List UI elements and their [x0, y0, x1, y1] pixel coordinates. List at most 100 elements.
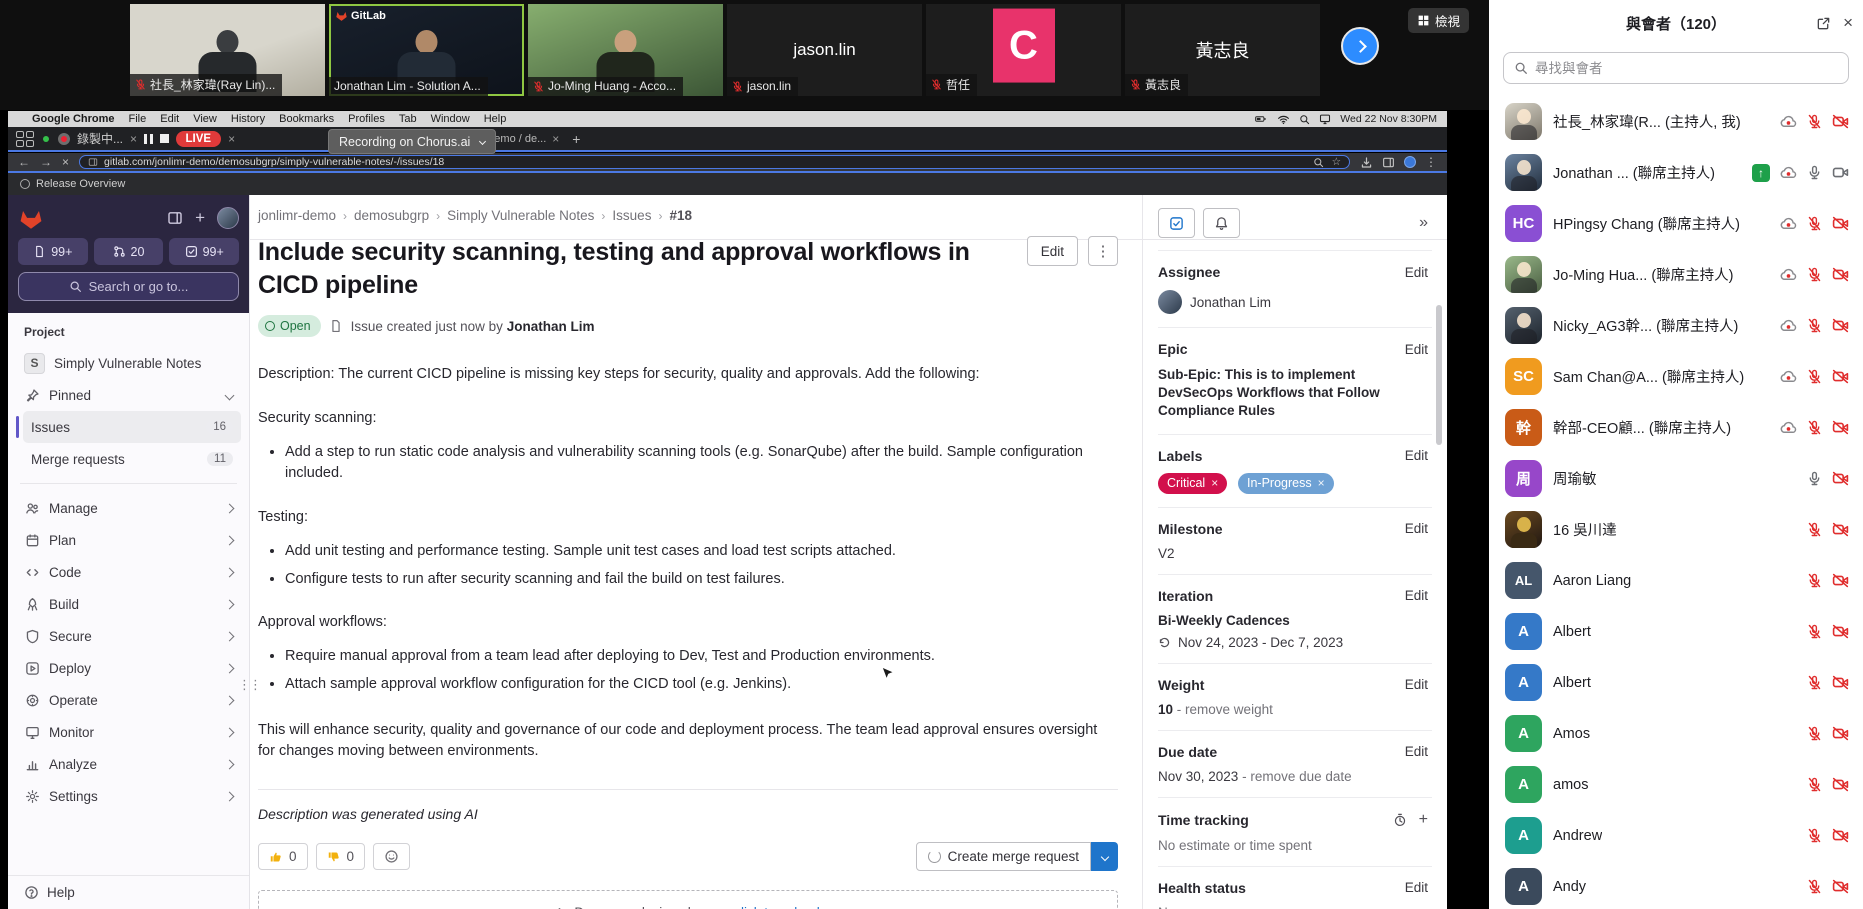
add-time-entry-icon[interactable]: + — [1419, 811, 1428, 829]
participant-row[interactable]: 周 周瑜敏 — [1489, 453, 1863, 504]
mic-muted-icon[interactable] — [1807, 573, 1822, 588]
participant-row[interactable]: A Andy — [1489, 861, 1863, 909]
sidebar-item-deploy[interactable]: Deploy — [16, 652, 241, 684]
drag-handle-icon[interactable]: ⋮⋮ — [238, 675, 260, 695]
issues-count-button[interactable]: 99+ — [18, 238, 88, 265]
breadcrumb-subgroup[interactable]: demosubgrp — [354, 208, 429, 223]
camera-off-icon[interactable] — [1832, 113, 1849, 130]
bookmark-release-overview[interactable]: Release Overview — [36, 178, 125, 190]
address-bar[interactable]: gitlab.com/jonlimr-demo/demosubgrp/simpl… — [79, 155, 1350, 169]
window-controls-icon[interactable] — [16, 131, 34, 147]
stop-loading-icon[interactable]: × — [62, 155, 69, 169]
add-reaction-button[interactable] — [373, 843, 410, 870]
mic-muted-icon[interactable] — [1807, 828, 1822, 843]
sidebar-item-issues[interactable]: Issues 16 — [23, 411, 241, 443]
participant-row[interactable]: A Albert — [1489, 657, 1863, 708]
side-panel-icon[interactable] — [1382, 156, 1395, 169]
mic-muted-icon[interactable] — [1807, 726, 1822, 741]
downloads-icon[interactable] — [1360, 156, 1373, 169]
mic-muted-icon[interactable] — [1807, 369, 1822, 384]
gitlab-logo-icon[interactable] — [18, 205, 44, 231]
camera-off-icon[interactable] — [1832, 623, 1849, 640]
menu-help[interactable]: Help — [484, 113, 507, 125]
participant-row[interactable]: Jo-Ming Hua... (聯席主持人) — [1489, 249, 1863, 300]
sidebar-item-code[interactable]: Code — [16, 556, 241, 588]
menu-app-name[interactable]: Google Chrome — [32, 113, 115, 125]
mic-muted-icon[interactable] — [1807, 879, 1822, 894]
menu-profiles[interactable]: Profiles — [348, 113, 385, 125]
view-layout-button[interactable]: 檢視 — [1408, 8, 1469, 33]
video-tile-jonathan-lim[interactable]: GitLab Jonathan Lim - Solution A... — [329, 4, 524, 96]
collapse-sidebar-icon[interactable]: » — [1419, 214, 1428, 232]
breadcrumb-project[interactable]: Simply Vulnerable Notes — [447, 208, 594, 223]
menu-edit[interactable]: Edit — [160, 113, 179, 125]
sidebar-item-analyze[interactable]: Analyze — [16, 748, 241, 780]
thumbs-down-button[interactable]: 0 — [316, 843, 366, 870]
edit-labels-button[interactable]: Edit — [1405, 448, 1428, 463]
mic-muted-icon[interactable] — [1807, 420, 1822, 435]
stop-recording-icon[interactable] — [160, 134, 169, 143]
participant-row[interactable]: AL Aaron Liang — [1489, 555, 1863, 606]
sidebar-item-operate[interactable]: Operate — [16, 684, 241, 716]
recording-service-dropdown[interactable]: Recording on Chorus.ai — [328, 129, 496, 154]
camera-on-icon[interactable] — [1832, 164, 1849, 181]
browser-profile-avatar[interactable] — [1404, 156, 1416, 168]
site-settings-icon[interactable] — [88, 157, 98, 167]
label-in-progress[interactable]: In-Progress × — [1238, 473, 1334, 494]
menu-view[interactable]: View — [193, 113, 217, 125]
gitlab-search-button[interactable]: Search or go to... — [18, 272, 239, 301]
bookmark-star-icon[interactable]: ☆ — [1332, 156, 1341, 168]
scrollbar-thumb[interactable] — [1436, 305, 1442, 445]
pause-recording-icon[interactable] — [144, 134, 153, 144]
forward-button[interactable]: → — [40, 155, 52, 169]
issue-actions-kebab-icon[interactable]: ⋮ — [1088, 236, 1118, 266]
spotlight-search-icon[interactable] — [1299, 114, 1310, 125]
camera-off-icon[interactable] — [1832, 827, 1849, 844]
new-tab-button[interactable]: + — [572, 131, 580, 147]
participant-row[interactable]: SC Sam Chan@A... (聯席主持人) — [1489, 351, 1863, 402]
sidebar-item-project[interactable]: S Simply Vulnerable Notes — [16, 347, 241, 379]
edit-milestone-button[interactable]: Edit — [1405, 521, 1428, 536]
gallery-next-page-button[interactable] — [1341, 27, 1379, 65]
assignee-name[interactable]: Jonathan Lim — [1190, 295, 1271, 310]
sidebar-item-plan[interactable]: Plan — [16, 524, 241, 556]
participant-row[interactable]: A amos — [1489, 759, 1863, 810]
edit-assignee-button[interactable]: Edit — [1405, 265, 1428, 280]
mic-muted-icon[interactable] — [1807, 624, 1822, 639]
participants-search-input[interactable] — [1535, 61, 1838, 76]
create-new-icon[interactable]: + — [195, 208, 205, 228]
sidebar-item-settings[interactable]: Settings — [16, 780, 241, 812]
camera-off-icon[interactable] — [1832, 419, 1849, 436]
mic-muted-icon[interactable] — [1807, 216, 1822, 231]
camera-off-icon[interactable] — [1832, 368, 1849, 385]
issue-author[interactable]: Jonathan Lim — [507, 319, 595, 334]
edit-iteration-button[interactable]: Edit — [1405, 588, 1428, 603]
camera-off-icon[interactable] — [1832, 878, 1849, 895]
camera-off-icon[interactable] — [1832, 317, 1849, 334]
breadcrumb-group[interactable]: jonlimr-demo — [258, 208, 336, 223]
participants-search[interactable] — [1503, 52, 1849, 84]
camera-off-icon[interactable] — [1832, 725, 1849, 742]
video-tile-jo-ming-huang[interactable]: Jo-Ming Huang - Acco... — [528, 4, 723, 96]
camera-off-icon[interactable] — [1832, 572, 1849, 589]
camera-off-icon[interactable] — [1832, 470, 1849, 487]
epic-name[interactable]: Sub-Epic: This is to implement DevSecOps… — [1158, 366, 1428, 421]
participant-row[interactable]: 幹 幹部-CEO顧... (聯席主持人) — [1489, 402, 1863, 453]
menu-tab[interactable]: Tab — [399, 113, 417, 125]
mic-muted-icon[interactable] — [1807, 675, 1822, 690]
edit-due-date-button[interactable]: Edit — [1405, 744, 1428, 759]
sidebar-item-pinned[interactable]: Pinned — [16, 379, 241, 411]
close-tab-icon[interactable]: × — [130, 132, 137, 146]
back-button[interactable]: ← — [18, 155, 30, 169]
sidebar-item-build[interactable]: Build — [16, 588, 241, 620]
todos-count-button[interactable]: 99+ — [169, 238, 239, 265]
user-avatar[interactable] — [217, 207, 239, 229]
edit-health-status-button[interactable]: Edit — [1405, 880, 1428, 895]
remove-label-icon[interactable]: × — [1318, 476, 1325, 490]
camera-off-icon[interactable] — [1832, 521, 1849, 538]
sidebar-item-secure[interactable]: Secure — [16, 620, 241, 652]
video-tile-jason-lin[interactable]: jason.lin jason.lin — [727, 4, 922, 96]
display-icon[interactable] — [1319, 113, 1331, 125]
zoom-page-icon[interactable] — [1313, 157, 1324, 168]
participant-row[interactable]: Jonathan ... (聯席主持人) ↑ — [1489, 147, 1863, 198]
